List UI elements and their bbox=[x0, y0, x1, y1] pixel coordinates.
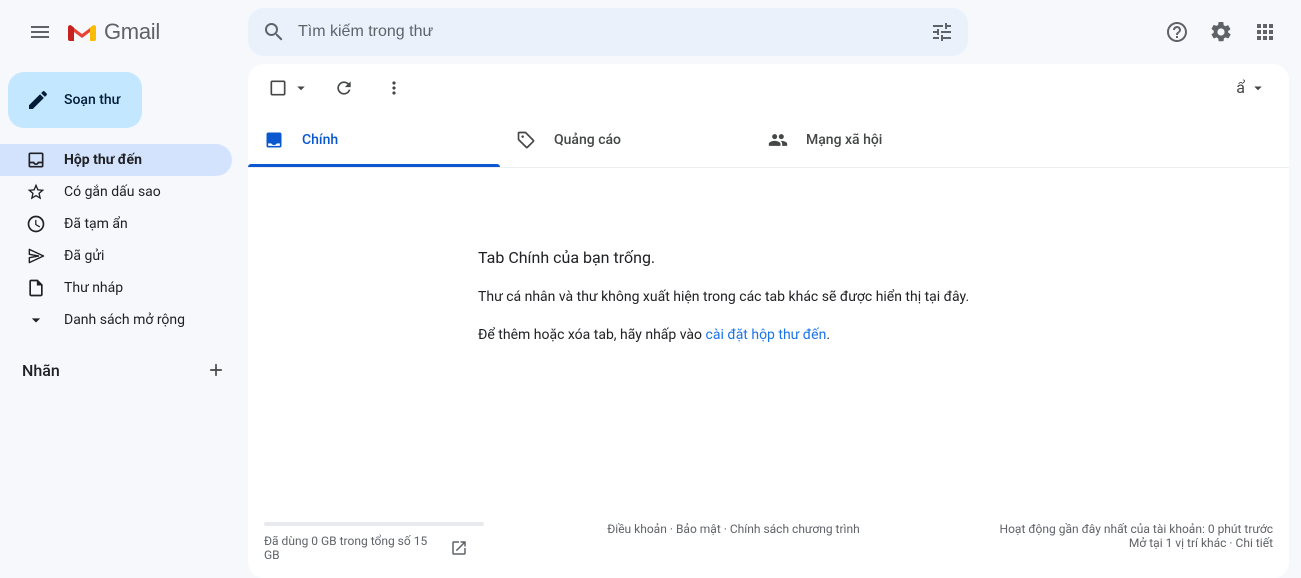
chevron-down-icon bbox=[26, 310, 46, 330]
help-icon bbox=[1165, 20, 1189, 44]
sidebar-item-label: Đã gửi bbox=[64, 248, 104, 264]
sidebar-item-more[interactable]: Danh sách mở rộng bbox=[0, 304, 232, 336]
support-button[interactable] bbox=[1157, 12, 1197, 52]
storage-text: Đã dùng 0 GB trong tổng số 15 GB bbox=[264, 534, 434, 562]
nav-list: Hộp thư đến Có gắn dấu sao Đã tạm ẩn Đã … bbox=[0, 140, 248, 336]
refresh-icon bbox=[334, 78, 354, 98]
search-button[interactable] bbox=[254, 12, 294, 52]
open-in-new-icon bbox=[450, 539, 468, 557]
inbox-settings-link[interactable]: cài đặt hộp thư đến bbox=[706, 327, 827, 343]
sidebar: Soạn thư Hộp thư đến Có gắn dấu sao Đã t… bbox=[0, 64, 248, 578]
empty-state: Tab Chính của bạn trống. Thư cá nhân và … bbox=[248, 168, 1289, 514]
empty-hint-pre: Để thêm hoặc xóa tab, hãy nhấp vào bbox=[478, 327, 706, 343]
search-input[interactable] bbox=[294, 23, 922, 41]
gmail-logo[interactable]: Gmail bbox=[64, 19, 160, 45]
search-box bbox=[248, 8, 968, 56]
footer: Đã dùng 0 GB trong tổng số 15 GB Điều kh… bbox=[248, 514, 1289, 578]
tab-social[interactable]: Mạng xã hội bbox=[752, 112, 1004, 167]
header-right bbox=[1157, 12, 1293, 52]
input-tools-button[interactable]: ẩ bbox=[1230, 75, 1273, 101]
arrow-drop-down-icon bbox=[292, 79, 310, 97]
sidebar-item-drafts[interactable]: Thư nháp bbox=[0, 272, 232, 304]
details-link[interactable]: Chi tiết bbox=[1236, 536, 1273, 550]
open-elsewhere-text: Mở tại 1 vị trí khác bbox=[1129, 536, 1227, 550]
sep: · bbox=[667, 522, 676, 536]
sidebar-item-label: Thư nháp bbox=[64, 280, 123, 296]
sidebar-item-label: Đã tạm ẩn bbox=[64, 216, 128, 232]
sidebar-item-label: Có gắn dấu sao bbox=[64, 184, 161, 200]
gmail-logo-text: Gmail bbox=[104, 19, 160, 45]
footer-links: Điều khoản · Bảo mật · Chính sách chương… bbox=[534, 522, 933, 536]
layout: Soạn thư Hộp thư đến Có gắn dấu sao Đã t… bbox=[0, 64, 1301, 578]
sep: · bbox=[1226, 536, 1235, 550]
storage-manage-link[interactable] bbox=[450, 539, 468, 557]
empty-hint-suffix: . bbox=[826, 327, 830, 343]
apps-button[interactable] bbox=[1245, 12, 1285, 52]
compose-label: Soạn thư bbox=[64, 92, 120, 108]
footer-activity: Hoạt động gần đây nhất của tài khoản: 0 … bbox=[973, 522, 1273, 550]
inbox-icon bbox=[26, 150, 46, 170]
labels-section-header: Nhãn bbox=[0, 354, 248, 386]
more-vert-icon bbox=[384, 78, 404, 98]
main-menu-button[interactable] bbox=[16, 8, 64, 56]
plus-icon bbox=[206, 360, 226, 380]
star-icon bbox=[26, 182, 46, 202]
last-activity-text: Hoạt động gần đây nhất của tài khoản: 0 … bbox=[973, 522, 1273, 536]
file-icon bbox=[26, 278, 46, 298]
tab-label: Chính bbox=[302, 132, 338, 148]
policies-link[interactable]: Chính sách chương trình bbox=[730, 522, 860, 536]
inbox-icon bbox=[264, 130, 284, 150]
empty-hint: Để thêm hoặc xóa tab, hãy nhấp vào cài đ… bbox=[288, 327, 1249, 343]
select-all-checkbox[interactable] bbox=[264, 74, 314, 102]
toolbar: ẩ bbox=[248, 64, 1289, 112]
search-options-button[interactable] bbox=[922, 12, 962, 52]
search-wrap bbox=[248, 8, 968, 56]
compose-button[interactable]: Soạn thư bbox=[8, 72, 142, 128]
labels-title: Nhãn bbox=[22, 361, 60, 380]
tune-icon bbox=[930, 20, 954, 44]
tab-label: Mạng xã hội bbox=[806, 132, 882, 148]
people-icon bbox=[768, 130, 788, 150]
more-button[interactable] bbox=[374, 68, 414, 108]
empty-title: Tab Chính của bạn trống. bbox=[288, 248, 1249, 267]
tab-label: Quảng cáo bbox=[554, 132, 621, 148]
pencil-icon bbox=[26, 88, 50, 112]
add-label-button[interactable] bbox=[202, 356, 230, 384]
sidebar-item-starred[interactable]: Có gắn dấu sao bbox=[0, 176, 232, 208]
tag-icon bbox=[516, 130, 536, 150]
sidebar-item-label: Danh sách mở rộng bbox=[64, 312, 185, 328]
empty-description: Thư cá nhân và thư không xuất hiện trong… bbox=[288, 289, 1249, 305]
gmail-logo-icon bbox=[68, 21, 96, 43]
category-tabs: Chính Quảng cáo Mạng xã hội bbox=[248, 112, 1289, 168]
refresh-button[interactable] bbox=[324, 68, 364, 108]
send-icon bbox=[26, 246, 46, 266]
arrow-drop-down-icon bbox=[1249, 79, 1267, 97]
tab-promotions[interactable]: Quảng cáo bbox=[500, 112, 752, 167]
gear-icon bbox=[1209, 20, 1233, 44]
settings-button[interactable] bbox=[1201, 12, 1241, 52]
apps-icon bbox=[1253, 20, 1277, 44]
sidebar-item-inbox[interactable]: Hộp thư đến bbox=[0, 144, 232, 176]
privacy-link[interactable]: Bảo mật bbox=[676, 522, 721, 536]
tab-primary[interactable]: Chính bbox=[248, 112, 500, 167]
sep: · bbox=[721, 522, 730, 536]
header: Gmail bbox=[0, 0, 1301, 64]
menu-icon bbox=[28, 20, 52, 44]
search-icon bbox=[262, 20, 286, 44]
storage-block: Đã dùng 0 GB trong tổng số 15 GB bbox=[264, 522, 494, 562]
header-left: Gmail bbox=[8, 8, 248, 56]
sidebar-item-sent[interactable]: Đã gửi bbox=[0, 240, 232, 272]
checkbox-icon bbox=[268, 78, 288, 98]
input-tools-icon: ẩ bbox=[1236, 80, 1245, 96]
sidebar-item-label: Hộp thư đến bbox=[64, 152, 142, 168]
clock-icon bbox=[26, 214, 46, 234]
terms-link[interactable]: Điều khoản bbox=[607, 522, 667, 536]
sidebar-item-snoozed[interactable]: Đã tạm ẩn bbox=[0, 208, 232, 240]
main-panel: ẩ Chính Quảng cáo Mạng xã h bbox=[248, 64, 1289, 578]
storage-progress bbox=[264, 522, 484, 526]
